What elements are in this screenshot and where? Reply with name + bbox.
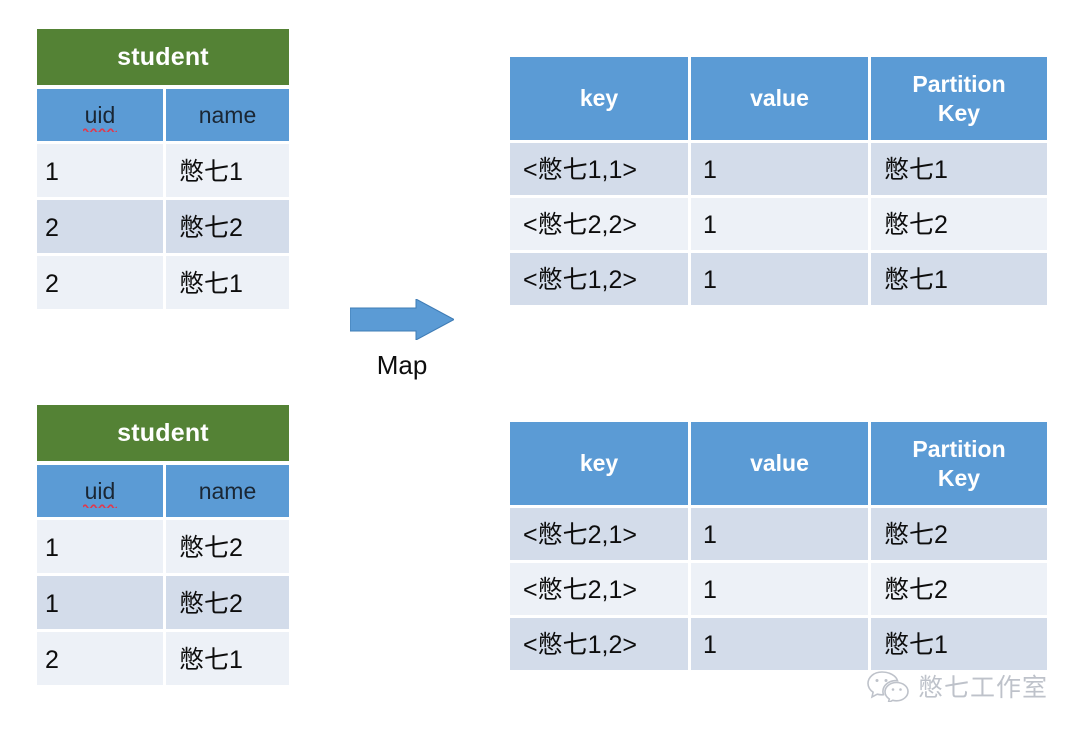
partition-key-line-2: Key (937, 464, 981, 491)
watermark-text: 憋七工作室 (918, 674, 1049, 702)
student-table-1: student uid name 1 憋七1 2 憋七2 2 憋七1 (37, 29, 289, 309)
map-arrow (349, 298, 456, 341)
cell-name: 憋七2 (163, 576, 289, 629)
column-header-value: value (688, 422, 868, 505)
cell-key: <憋七2,1> (510, 508, 688, 560)
table-row: <憋七1,2> 1 憋七1 (510, 250, 1047, 305)
table-row: <憋七2,1> 1 憋七2 (510, 505, 1047, 560)
cell-partition-key: 憋七1 (868, 618, 1047, 670)
table-row: 2 憋七1 (37, 629, 289, 685)
spellcheck-squiggle-icon (83, 504, 117, 508)
cell-key: <憋七1,2> (510, 253, 688, 305)
cell-uid: 2 (37, 256, 163, 309)
student-table-2: student uid name 1 憋七2 1 憋七2 2 憋七1 (37, 405, 289, 685)
table-row: 2 憋七2 (37, 197, 289, 253)
column-header-name-label: name (198, 478, 257, 504)
table-row: <憋七2,2> 1 憋七2 (510, 195, 1047, 250)
column-header-name-label: name (198, 102, 257, 128)
column-header-key: key (510, 57, 688, 140)
cell-partition-key: 憋七2 (868, 563, 1047, 615)
student-table-2-header-row: uid name (37, 465, 289, 517)
kv-table-2-header-row: key value Partition Key (510, 422, 1047, 505)
column-header-partition-key: Partition Key (868, 57, 1047, 140)
table-row: <憋七2,1> 1 憋七2 (510, 560, 1047, 615)
table-row: 1 憋七1 (37, 141, 289, 197)
cell-uid: 1 (37, 520, 163, 573)
table-row: 2 憋七1 (37, 253, 289, 309)
kv-table-1: key value Partition Key <憋七1,1> 1 憋七1 <憋… (510, 57, 1047, 305)
table-row: <憋七1,2> 1 憋七1 (510, 615, 1047, 670)
cell-uid: 1 (37, 144, 163, 197)
table-row: 1 憋七2 (37, 517, 289, 573)
cell-partition-key: 憋七1 (868, 253, 1047, 305)
kv-table-2: key value Partition Key <憋七2,1> 1 憋七2 <憋… (510, 422, 1047, 670)
column-header-name: name (163, 465, 289, 517)
cell-name: 憋七1 (163, 632, 289, 685)
column-header-value: value (688, 57, 868, 140)
cell-uid: 2 (37, 200, 163, 253)
map-label: Map (376, 350, 428, 380)
cell-key: <憋七1,1> (510, 143, 688, 195)
cell-key: <憋七2,2> (510, 198, 688, 250)
right-arrow-icon (349, 298, 456, 341)
column-header-key: key (510, 422, 688, 505)
column-header-uid-label: uid (84, 478, 116, 504)
cell-name: 憋七2 (163, 200, 289, 253)
wechat-icon (867, 671, 909, 702)
column-header-partition-key: Partition Key (868, 422, 1047, 505)
cell-value: 1 (688, 198, 868, 250)
student-table-1-header-row: uid name (37, 89, 289, 141)
partition-key-line-2: Key (937, 99, 981, 126)
column-header-uid: uid (37, 89, 163, 141)
cell-value: 1 (688, 618, 868, 670)
partition-key-line-1: Partition (912, 435, 1006, 462)
cell-value: 1 (688, 563, 868, 615)
cell-uid: 1 (37, 576, 163, 629)
cell-name: 憋七1 (163, 256, 289, 309)
table-row: <憋七1,1> 1 憋七1 (510, 140, 1047, 195)
cell-value: 1 (688, 253, 868, 305)
column-header-uid-label: uid (84, 102, 116, 128)
kv-table-1-header-row: key value Partition Key (510, 57, 1047, 140)
student-table-2-title: student (37, 405, 289, 461)
cell-name: 憋七1 (163, 144, 289, 197)
cell-name: 憋七2 (163, 520, 289, 573)
cell-partition-key: 憋七2 (868, 198, 1047, 250)
mapreduce-map-stage-diagram: student uid name 1 憋七1 2 憋七2 2 憋七1 stude… (0, 0, 1080, 732)
cell-key: <憋七1,2> (510, 618, 688, 670)
cell-value: 1 (688, 143, 868, 195)
spellcheck-squiggle-icon (83, 128, 117, 132)
cell-partition-key: 憋七1 (868, 143, 1047, 195)
watermark: 憋七工作室 (866, 668, 1048, 704)
cell-value: 1 (688, 508, 868, 560)
table-row: 1 憋七2 (37, 573, 289, 629)
cell-uid: 2 (37, 632, 163, 685)
cell-partition-key: 憋七2 (868, 508, 1047, 560)
student-table-1-title: student (37, 29, 289, 85)
partition-key-line-1: Partition (912, 70, 1006, 97)
cell-key: <憋七2,1> (510, 563, 688, 615)
column-header-uid: uid (37, 465, 163, 517)
column-header-name: name (163, 89, 289, 141)
